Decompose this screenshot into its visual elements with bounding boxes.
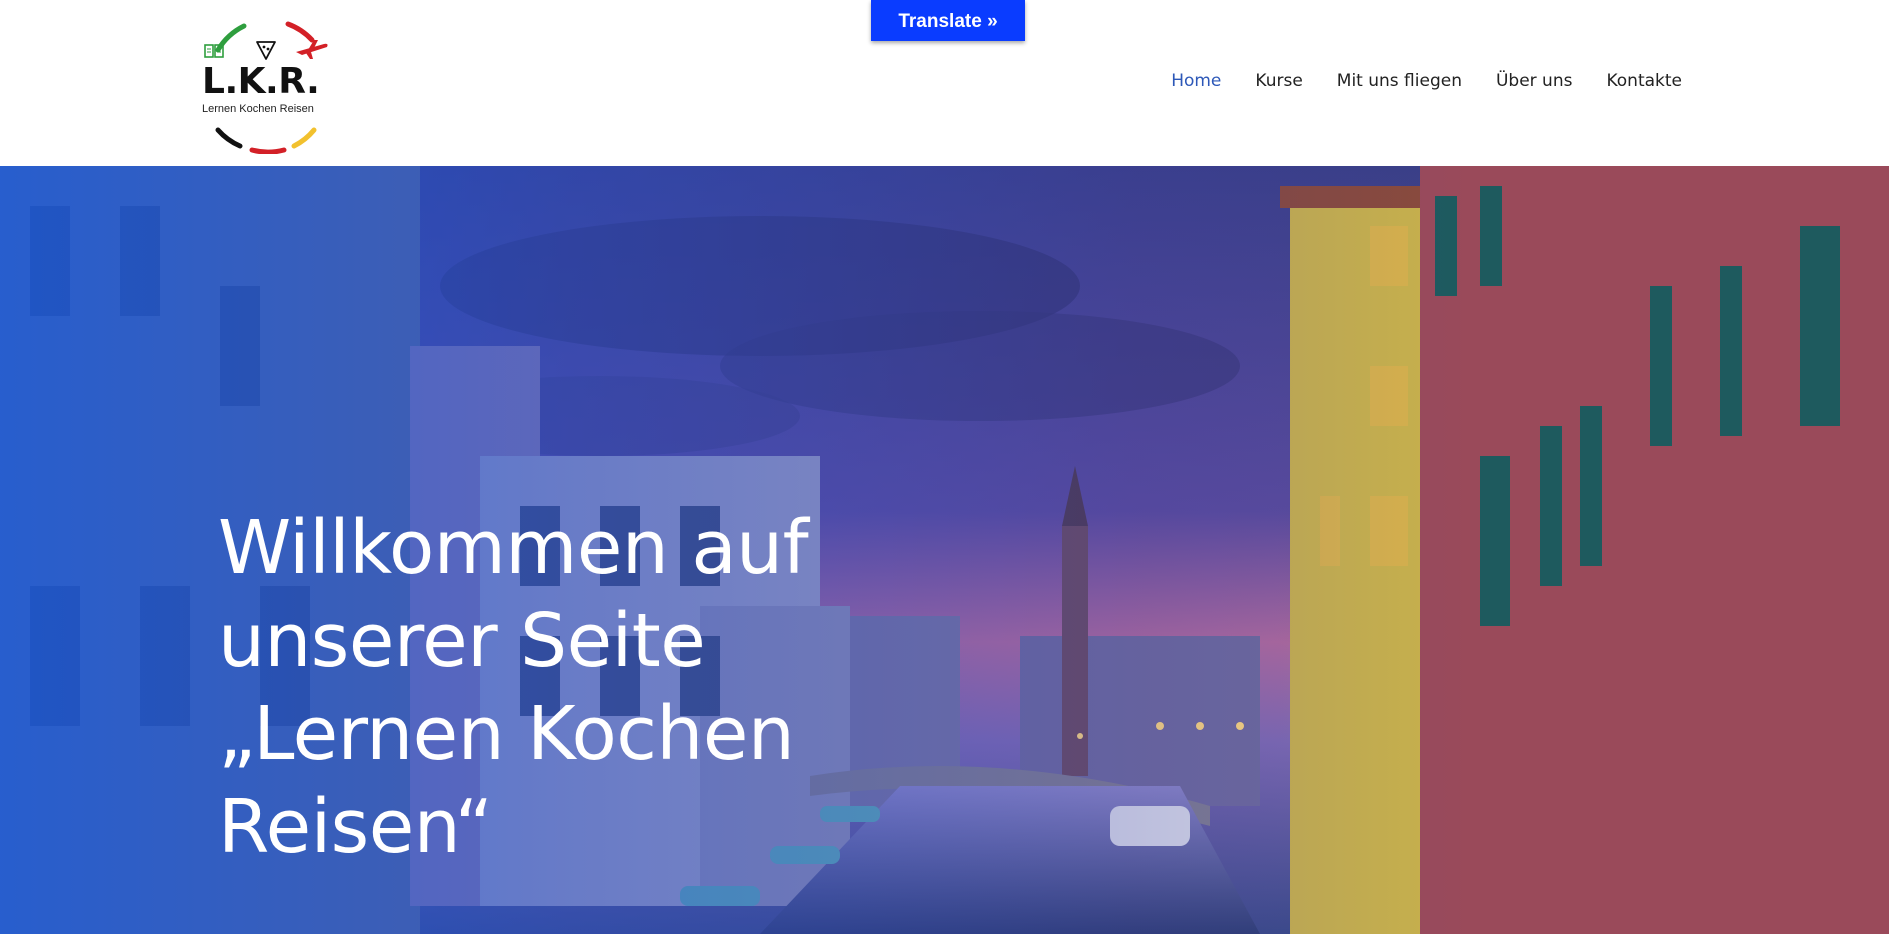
hero-section: Willkommen auf unserer Seite „Lernen Koc… xyxy=(0,166,1889,934)
hero-title: Willkommen auf unserer Seite „Lernen Koc… xyxy=(218,502,938,874)
translate-button[interactable]: Translate » xyxy=(871,0,1025,41)
main-nav: Home Kurse Mit uns fliegen Über uns Kont… xyxy=(1154,68,1682,94)
hero-title-line: Reisen“ xyxy=(218,784,493,870)
nav-item-ueber-uns[interactable]: Über uns xyxy=(1479,68,1590,94)
hero-title-line: unserer Seite xyxy=(218,598,706,684)
airplane-icon xyxy=(296,40,328,59)
logo-subtitle: Lernen Kochen Reisen xyxy=(202,103,314,115)
pizza-icon xyxy=(256,41,276,60)
site-logo[interactable]: L.K.R. Lernen Kochen Reisen xyxy=(196,14,338,154)
logo-letters: L.K.R. xyxy=(202,61,320,102)
nav-item-mit-uns-fliegen[interactable]: Mit uns fliegen xyxy=(1320,68,1479,94)
site-header: L.K.R. Lernen Kochen Reisen Translate » … xyxy=(0,0,1889,166)
hero-title-line: Willkommen auf xyxy=(218,505,809,591)
nav-item-kontakte[interactable]: Kontakte xyxy=(1589,68,1682,94)
book-icon xyxy=(204,44,224,58)
hero-title-line: „Lernen Kochen xyxy=(218,691,795,777)
nav-item-home[interactable]: Home xyxy=(1154,68,1238,94)
nav-item-kurse[interactable]: Kurse xyxy=(1238,68,1319,94)
